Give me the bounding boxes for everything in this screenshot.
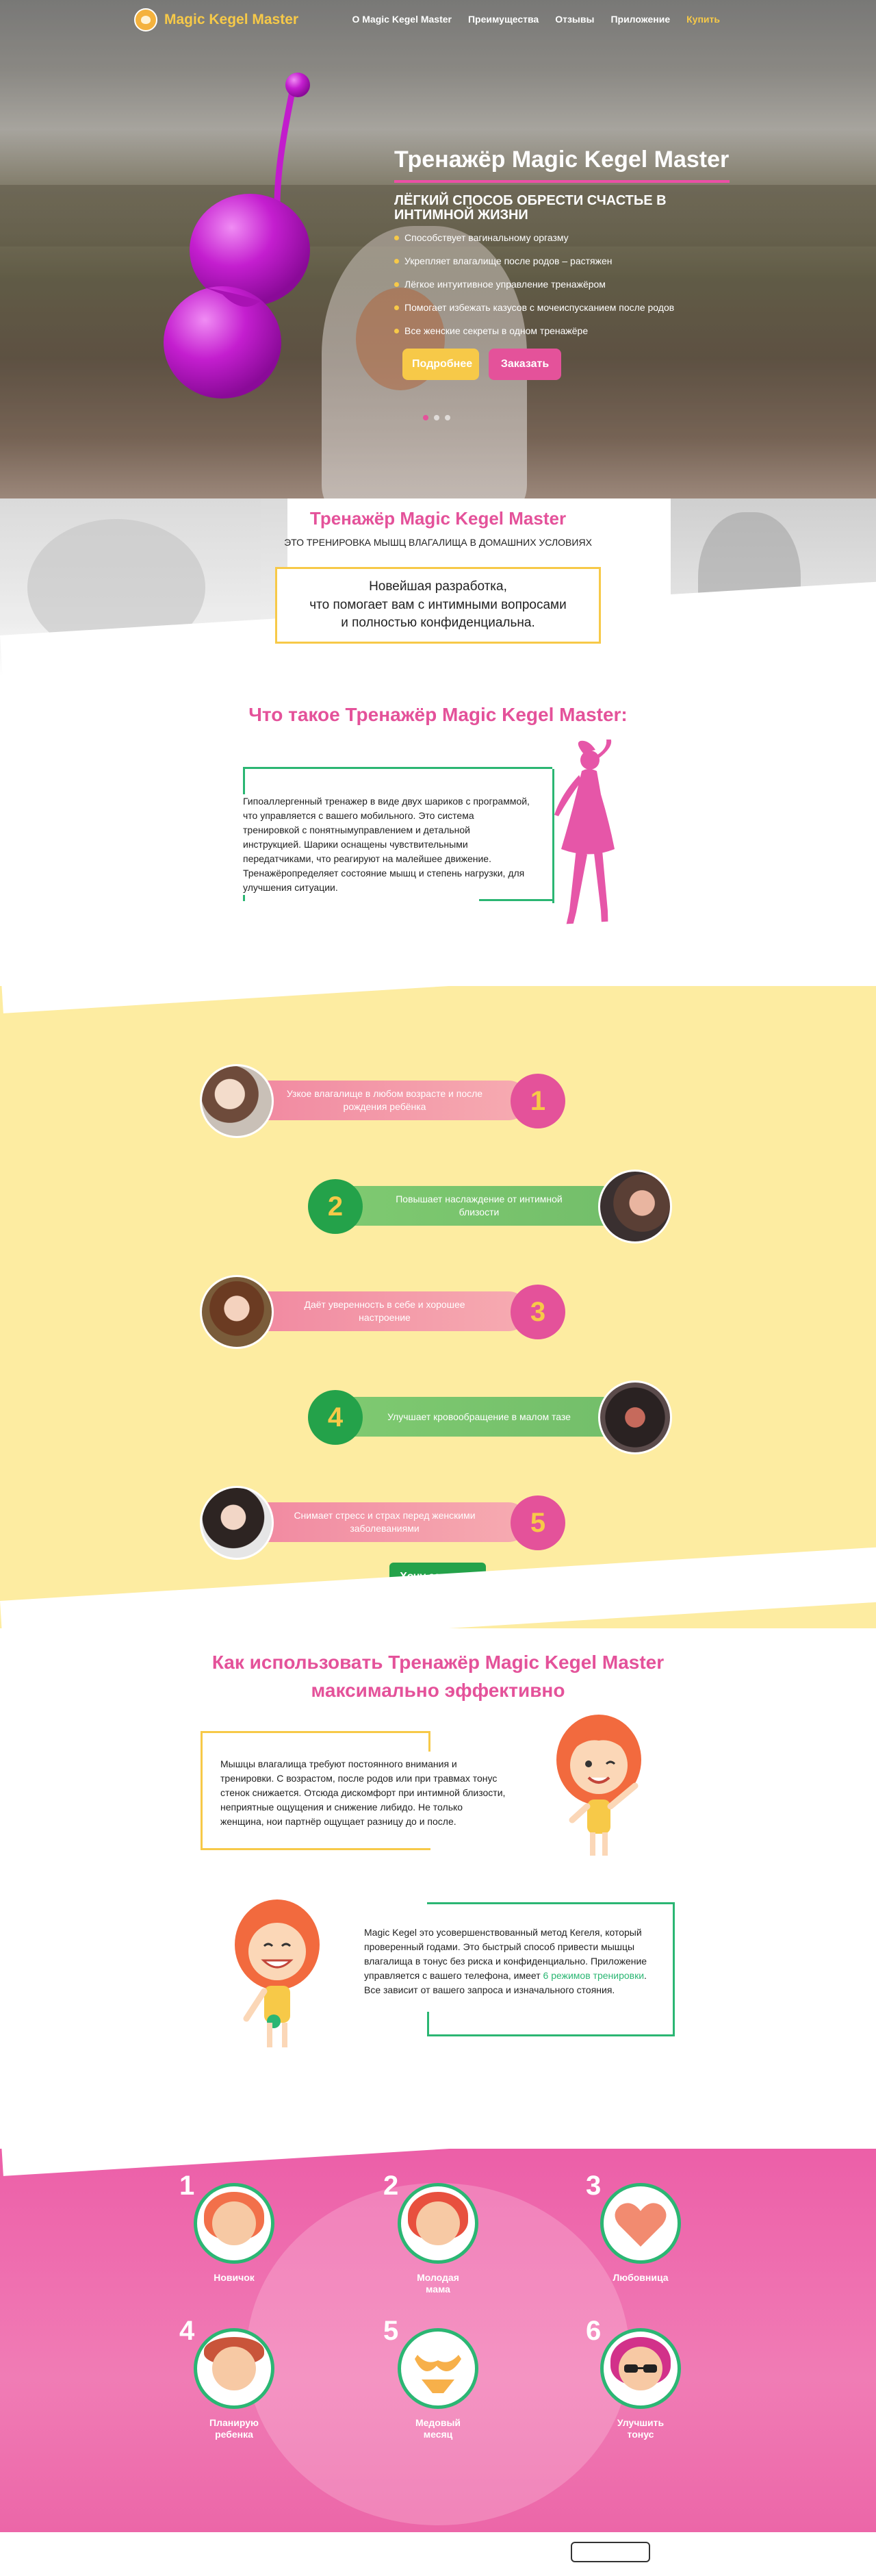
level-label: Новичок (214, 2272, 255, 2283)
benefit-item: Узкое влагалище в любом возрасте и после… (200, 1061, 569, 1141)
level-number: 3 (586, 2171, 602, 2201)
level-number: 4 (179, 2316, 195, 2346)
hero-buttons: Подробнее Заказать (402, 349, 750, 380)
nav-item-buy[interactable]: Купить (686, 14, 720, 25)
level-label: Молодая мама (417, 2272, 459, 2295)
bullet-icon (394, 281, 399, 287)
nav-item-app[interactable]: Приложение (610, 14, 670, 25)
nav-item-advantages[interactable]: Преимущества (468, 14, 539, 25)
benefit-item: Снимает стресс и страх перед женскими за… (200, 1483, 569, 1563)
intro-subtitle: ЭТО ТРЕНИРОВКА МЫШЦ ВЛАГАЛИЩА В ДОМАШНИХ… (284, 537, 592, 548)
level-number: 5 (383, 2316, 399, 2346)
lingerie-icon (398, 2328, 478, 2409)
level-label: Планирую ребенка (209, 2417, 259, 2440)
levels-section: 1 Новичок 2 Молодая мама 3 Любовница 4 П… (0, 2149, 876, 2532)
benefit-text: Даёт уверенность в себе и хорошее настро… (241, 1291, 528, 1331)
benefit-photo (200, 1275, 274, 1349)
benefit-item: Даёт уверенность в себе и хорошее настро… (200, 1272, 569, 1352)
bullet-icon (394, 328, 399, 333)
app-store-badge[interactable] (571, 2542, 650, 2562)
girl-character-icon (556, 1715, 641, 1856)
site-footer (0, 2532, 876, 2576)
slider-dot[interactable] (445, 415, 450, 420)
list-item: Укрепляет влагалище после родов – растяж… (394, 255, 750, 266)
level-item[interactable]: 1 Новичок (179, 2171, 289, 2284)
how-to-text: Magic Kegel это усовершенствованный мето… (363, 1925, 650, 1997)
how-to-section: Как использовать Тренажёр Magic Kegel Ma… (0, 1542, 876, 2149)
what-is-text: Гипоаллергенный тренажер в виде двух шар… (243, 794, 530, 895)
list-item: Все женские секреты в одном тренажёре (394, 325, 750, 336)
slider-dot[interactable] (434, 415, 439, 420)
order-button[interactable]: Заказать (489, 349, 561, 380)
list-item: Лёгкое интуитивное управление тренажёром (394, 279, 750, 290)
nav-item-reviews[interactable]: Отзывы (555, 14, 594, 25)
how-to-text: Мышцы влагалища требуют постоянного вним… (220, 1757, 508, 1829)
more-button[interactable]: Подробнее (402, 349, 479, 380)
benefit-photo (598, 1380, 672, 1454)
list-item: Помогает избежать казусов с мочеиспускан… (394, 302, 750, 313)
slider-dot[interactable] (423, 415, 428, 420)
level-item[interactable]: 4 Планирую ребенка (179, 2316, 289, 2440)
logo-icon (134, 8, 157, 31)
level-number: 2 (383, 2171, 399, 2201)
young-mom-avatar-icon (398, 2183, 478, 2264)
benefit-number: 3 (511, 1285, 565, 1339)
benefit-item: Повышает наслаждение от интимной близост… (308, 1167, 678, 1246)
kegel-balls-image (164, 73, 310, 399)
hero-title: Тренажёр Magic Kegel Master (394, 147, 730, 183)
girl-character-icon (235, 1899, 320, 2047)
heart-icon (600, 2183, 681, 2264)
level-item[interactable]: 5 Медовый месяц (383, 2316, 493, 2440)
benefit-photo (598, 1170, 672, 1243)
what-is-title: Что такое Тренажёр Magic Kegel Master: (248, 704, 628, 725)
level-item[interactable]: 6 Улучшить тонус (586, 2316, 695, 2440)
logo-text: Magic Kegel Master (164, 12, 299, 27)
level-item[interactable]: 2 Молодая мама (383, 2171, 493, 2295)
benefit-photo (200, 1486, 274, 1560)
hero-section: Тренажёр Magic Kegel Master ЛЁГКИЙ СПОСО… (0, 0, 876, 498)
training-modes-link[interactable]: 6 режимов тренировки (543, 1970, 645, 1981)
main-nav: О Magic Kegel Master Преимущества Отзывы… (352, 14, 720, 25)
list-item: Способствует вагинальному оргазму (394, 232, 750, 243)
slider-dots (423, 415, 450, 420)
hero-subtitle: ЛЁГКИЙ СПОСОБ ОБРЕСТИ СЧАСТЬЕ В ИНТИМНОЙ… (394, 193, 667, 223)
benefit-number: 4 (308, 1390, 363, 1445)
bullet-icon (394, 258, 399, 264)
benefit-number: 5 (511, 1495, 565, 1550)
benefit-number: 2 (308, 1179, 363, 1234)
logo[interactable]: Magic Kegel Master (134, 8, 298, 31)
level-label: Любовница (613, 2272, 669, 2283)
level-item[interactable]: 3 Любовница (586, 2171, 695, 2284)
benefit-number: 1 (511, 1074, 565, 1128)
benefit-item: Улучшает кровообращение в малом тазе 4 (308, 1378, 678, 1457)
benefit-photo (200, 1064, 274, 1138)
level-number: 6 (586, 2316, 602, 2346)
benefit-text: Улучшает кровообращение в малом тазе (335, 1397, 623, 1437)
benefits-section: Узкое влагалище в любом возрасте и после… (0, 900, 876, 1628)
level-number: 1 (179, 2171, 195, 2201)
baby-avatar-icon (194, 2328, 274, 2409)
nav-item-about[interactable]: О Magic Kegel Master (352, 14, 452, 25)
level-label: Улучшить тонус (617, 2417, 665, 2440)
hero-content: Тренажёр Magic Kegel Master ЛЁГКИЙ СПОСО… (394, 147, 750, 380)
benefit-text: Снимает стресс и страх перед женскими за… (241, 1502, 528, 1542)
bullet-icon (394, 235, 399, 240)
benefit-text: Повышает наслаждение от интимной близост… (335, 1186, 623, 1226)
how-to-title: Как использовать Тренажёр Magic Kegel Ma… (211, 1652, 665, 1701)
level-label: Медовый месяц (415, 2417, 461, 2440)
intro-section: Тренажёр Magic Kegel Master ЭТО ТРЕНИРОВ… (0, 498, 876, 698)
intro-title: Тренажёр Magic Kegel Master (309, 508, 567, 529)
sunglasses-avatar-icon (600, 2328, 681, 2409)
beginner-avatar-icon (194, 2183, 274, 2264)
bullet-icon (394, 305, 399, 310)
site-header: Magic Kegel Master О Magic Kegel Master … (0, 0, 876, 38)
intro-highlight-box: Новейшая разработка, что помогает вам с … (275, 567, 601, 644)
hero-bullet-list: Способствует вагинальному оргазму Укрепл… (394, 232, 750, 336)
benefit-text: Узкое влагалище в любом возрасте и после… (241, 1081, 528, 1120)
